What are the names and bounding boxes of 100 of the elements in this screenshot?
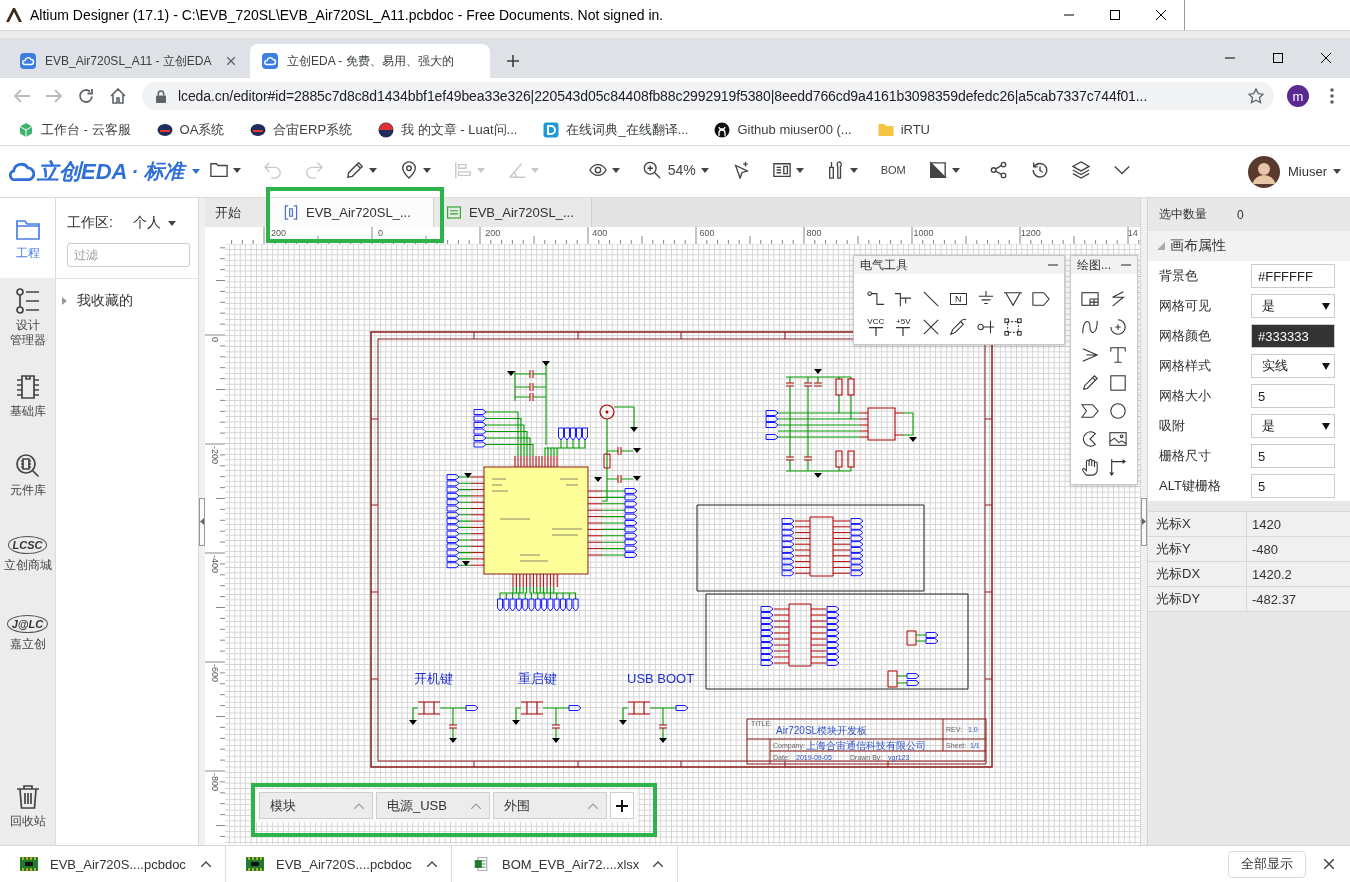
- collapse-handle[interactable]: [199, 497, 205, 546]
- bookmark-link[interactable]: OA系统: [152, 116, 229, 143]
- dropdown-field[interactable]: 是: [1251, 414, 1335, 438]
- workspace-dropdown[interactable]: 个人: [132, 214, 176, 232]
- caret-icon: [1322, 422, 1330, 430]
- selection-count-value: 0: [1237, 207, 1244, 222]
- property-label: 栅格尺寸: [1158, 447, 1212, 465]
- power-symbol-tool[interactable]: +5V: [889, 313, 917, 341]
- close-icon[interactable]: [227, 57, 235, 65]
- table-cell: 光标DX: [1148, 562, 1247, 586]
- download-item[interactable]: EVB_Air720S....pcbdoc: [226, 846, 452, 882]
- caret-icon: [191, 169, 200, 174]
- bookmark-link[interactable]: 工作台 - 云客服: [14, 116, 135, 143]
- spreadsheet-icon: [472, 857, 490, 871]
- close-icon: [1324, 859, 1334, 869]
- table-icon: [1080, 290, 1099, 308]
- pencil-icon: [345, 161, 364, 179]
- pie-icon: [1080, 430, 1099, 448]
- input-field[interactable]: 5: [1251, 444, 1335, 468]
- contrast-icon: [928, 161, 947, 179]
- address-bar[interactable]: lceda.cn/editor#id=2885c7d8c8d1434bbf1ef49bea33e326|220543d05c84408fb88c2992919f5380|8eedd766cd9a4161b3098359defedc26|a5cab7337c744f01...: [142, 82, 1274, 110]
- document-tab[interactable]: EVB_Air720SL_...: [270, 198, 434, 227]
- input-field[interactable]: 5: [1251, 384, 1335, 408]
- color-field[interactable]: #FFFFFF: [1251, 264, 1335, 288]
- circuit-board-icon: [447, 205, 461, 220]
- rail-item[interactable]: 基础库: [0, 357, 55, 436]
- property-label: 吸附: [1158, 417, 1186, 435]
- vertical-dots-icon: [1330, 88, 1334, 104]
- power-symbol-icon: [868, 327, 883, 336]
- rail-item[interactable]: 元件库: [0, 436, 55, 515]
- table-cell-text: 1420.2: [1251, 565, 1292, 584]
- sheet-tab[interactable]: 模块: [259, 792, 373, 819]
- power-symbol-tool[interactable]: VCC: [862, 313, 890, 341]
- logo-menu[interactable]: 立创EDA · 标准: [9, 154, 200, 189]
- sheet-tab[interactable]: 电源_USB: [376, 792, 490, 819]
- ruler-label: 400: [592, 228, 608, 238]
- collapse-handle[interactable]: [1141, 497, 1147, 546]
- filter-field[interactable]: 过滤: [67, 243, 190, 267]
- property-label: ALT键栅格: [1158, 477, 1222, 495]
- rail-item[interactable]: 设计管理器: [0, 278, 55, 357]
- bookmark-link[interactable]: Github miuser00 (...: [710, 116, 856, 143]
- square-logo-icon: [543, 121, 560, 138]
- ruler-label: -400: [210, 555, 220, 573]
- image-icon: [1108, 430, 1127, 448]
- minimize-icon: [1121, 264, 1131, 266]
- bookmark-link[interactable]: 合宙ERP系统: [246, 116, 357, 143]
- rail-item[interactable]: 回收站: [0, 773, 55, 839]
- sheet-tab[interactable]: 外围: [493, 792, 607, 819]
- property-label: 网格样式: [1158, 357, 1212, 375]
- toolbar-button[interactable]: 54%: [637, 157, 714, 183]
- group-box-icon: [1004, 318, 1023, 336]
- ruler-label: 800: [806, 228, 822, 238]
- ruler-label: 1000: [913, 228, 934, 238]
- table-cell-text: 1420: [1251, 515, 1281, 534]
- profile-button[interactable]: m: [1287, 85, 1309, 107]
- bookmark-link[interactable]: 在线词典_在线翻译...: [539, 116, 693, 143]
- trash-icon: [14, 783, 41, 810]
- cloud-logo-icon: [9, 162, 35, 181]
- net-label-tool[interactable]: N: [950, 293, 967, 305]
- section-label: 重启键: [518, 671, 557, 686]
- ruler-label: 0: [210, 337, 220, 342]
- bookmark-link[interactable]: iRTU: [873, 116, 934, 143]
- rail-item[interactable]: LCSC 立创商城: [0, 515, 55, 594]
- arrowhead-icon: [1080, 346, 1099, 364]
- caret-up-icon: [588, 802, 598, 809]
- curve-icon: [1080, 318, 1099, 336]
- tools-icon: [826, 161, 845, 179]
- add-sheet-button[interactable]: [610, 792, 634, 819]
- bookmark-link[interactable]: 我 的文章 - Luat问...: [374, 116, 522, 143]
- rail-item[interactable]: 工程: [0, 198, 55, 278]
- toolbar-button[interactable]: BOM: [875, 157, 911, 183]
- user-menu[interactable]: Miuser: [1288, 164, 1341, 179]
- circuit-board-icon: [20, 857, 38, 871]
- app-logo-icon: [6, 8, 22, 22]
- avatar-icon: [1248, 155, 1280, 188]
- lock-icon: [156, 89, 166, 103]
- tree-item[interactable]: 我收藏的: [62, 291, 133, 311]
- table-cell-text: -480: [1251, 540, 1279, 559]
- download-item[interactable]: EVB_Air720S....pcbdoc: [0, 846, 226, 882]
- caret-icon: [1333, 169, 1341, 174]
- dropdown-field[interactable]: 实线: [1251, 354, 1335, 378]
- cloud-tile-icon: [20, 53, 36, 69]
- browser-tab[interactable]: EVB_Air720SL_A11 - 立创EDA: [8, 44, 245, 78]
- bookmark-star-icon[interactable]: [1248, 88, 1264, 104]
- browser-tab[interactable]: 立创EDA - 免费、易用、强大的: [250, 44, 490, 78]
- dropdown-field[interactable]: 是: [1251, 294, 1335, 318]
- power-symbol-icon: [896, 327, 911, 336]
- section-header[interactable]: 画布属性: [1148, 231, 1350, 261]
- history-icon: [1030, 161, 1049, 179]
- rail-item[interactable]: J@LC 嘉立创: [0, 594, 55, 673]
- document-tab[interactable]: EVB_Air720SL_...: [434, 198, 592, 227]
- panel-title: 电气工具: [860, 256, 908, 274]
- input-field[interactable]: 5: [1251, 474, 1335, 498]
- company-name: 上海合宙通信科技有限公司: [806, 740, 926, 751]
- show-all-button[interactable]: 全部显示: [1228, 850, 1306, 878]
- triangle-left-icon: [200, 518, 204, 525]
- eye-icon: [588, 161, 607, 179]
- home-icon: [110, 88, 126, 104]
- color-field[interactable]: #333333: [1251, 324, 1335, 348]
- download-item[interactable]: BOM_EVB_Air72....xlsx: [452, 846, 678, 882]
